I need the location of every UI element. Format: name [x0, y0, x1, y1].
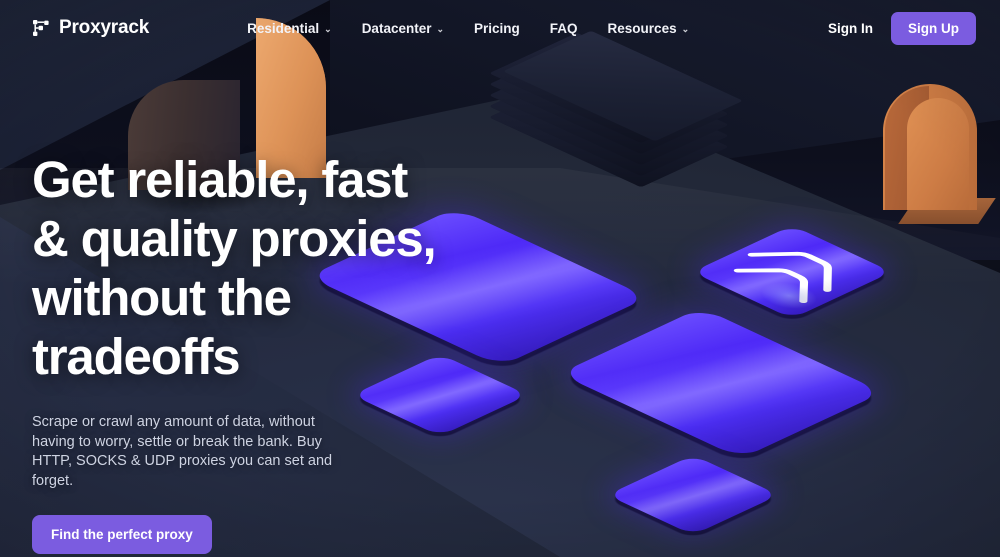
- auth-actions: Sign In Sign Up: [828, 11, 976, 45]
- panel-wide: [559, 307, 883, 464]
- nav-item-label: FAQ: [549, 20, 578, 36]
- nav-item-resources[interactable]: Resources ⌄: [608, 21, 690, 36]
- hero-heading-line-1: Get reliable, fast: [32, 151, 408, 208]
- nav-item-pricing[interactable]: Pricing: [474, 21, 520, 36]
- sign-up-button[interactable]: Sign Up: [891, 11, 976, 45]
- panel-logo: [692, 222, 892, 323]
- chevron-down-icon: ⌄: [436, 23, 445, 34]
- brand-logo[interactable]: Proxyrack: [32, 17, 149, 39]
- nav-item-faq[interactable]: FAQ: [550, 21, 578, 36]
- nav-item-label: Datacenter: [361, 20, 432, 36]
- nav-item-datacenter[interactable]: Datacenter ⌄: [362, 21, 444, 36]
- main-nav: Residential ⌄ Datacenter ⌄ Pricing FAQ R…: [247, 21, 689, 36]
- nav-item-residential[interactable]: Residential ⌄: [247, 21, 332, 36]
- hero-heading-line-4: tradeoffs: [32, 328, 241, 385]
- hero-heading: Get reliable, fast & quality proxies, wi…: [32, 150, 502, 386]
- arch-right-inner-face: [907, 98, 969, 210]
- panel-bottom: [607, 452, 779, 540]
- hero-heading-line-2: & quality proxies,: [32, 210, 437, 267]
- hero-section: Get reliable, fast & quality proxies, wi…: [32, 150, 502, 555]
- nav-item-label: Resources: [607, 20, 677, 36]
- page-root: Proxyrack Residential ⌄ Datacenter ⌄ Pri…: [0, 0, 1000, 557]
- nav-item-label: Pricing: [474, 20, 520, 36]
- proxyrack-mark-icon: [32, 19, 50, 37]
- brand-name: Proxyrack: [59, 17, 150, 38]
- chevron-down-icon: ⌄: [324, 23, 332, 34]
- arch-right: [883, 84, 996, 224]
- nav-item-label: Residential: [247, 20, 320, 36]
- chevron-down-icon: ⌄: [681, 23, 690, 34]
- sign-in-link[interactable]: Sign In: [828, 21, 873, 36]
- slab-stack: [489, 30, 743, 188]
- hero-paragraph: Scrape or crawl any amount of data, with…: [32, 414, 333, 489]
- hero-heading-line-3: without the: [32, 269, 292, 326]
- site-header: Proxyrack Residential ⌄ Datacenter ⌄ Pri…: [0, 0, 1000, 56]
- find-perfect-proxy-button[interactable]: Find the perfect proxy: [32, 515, 212, 555]
